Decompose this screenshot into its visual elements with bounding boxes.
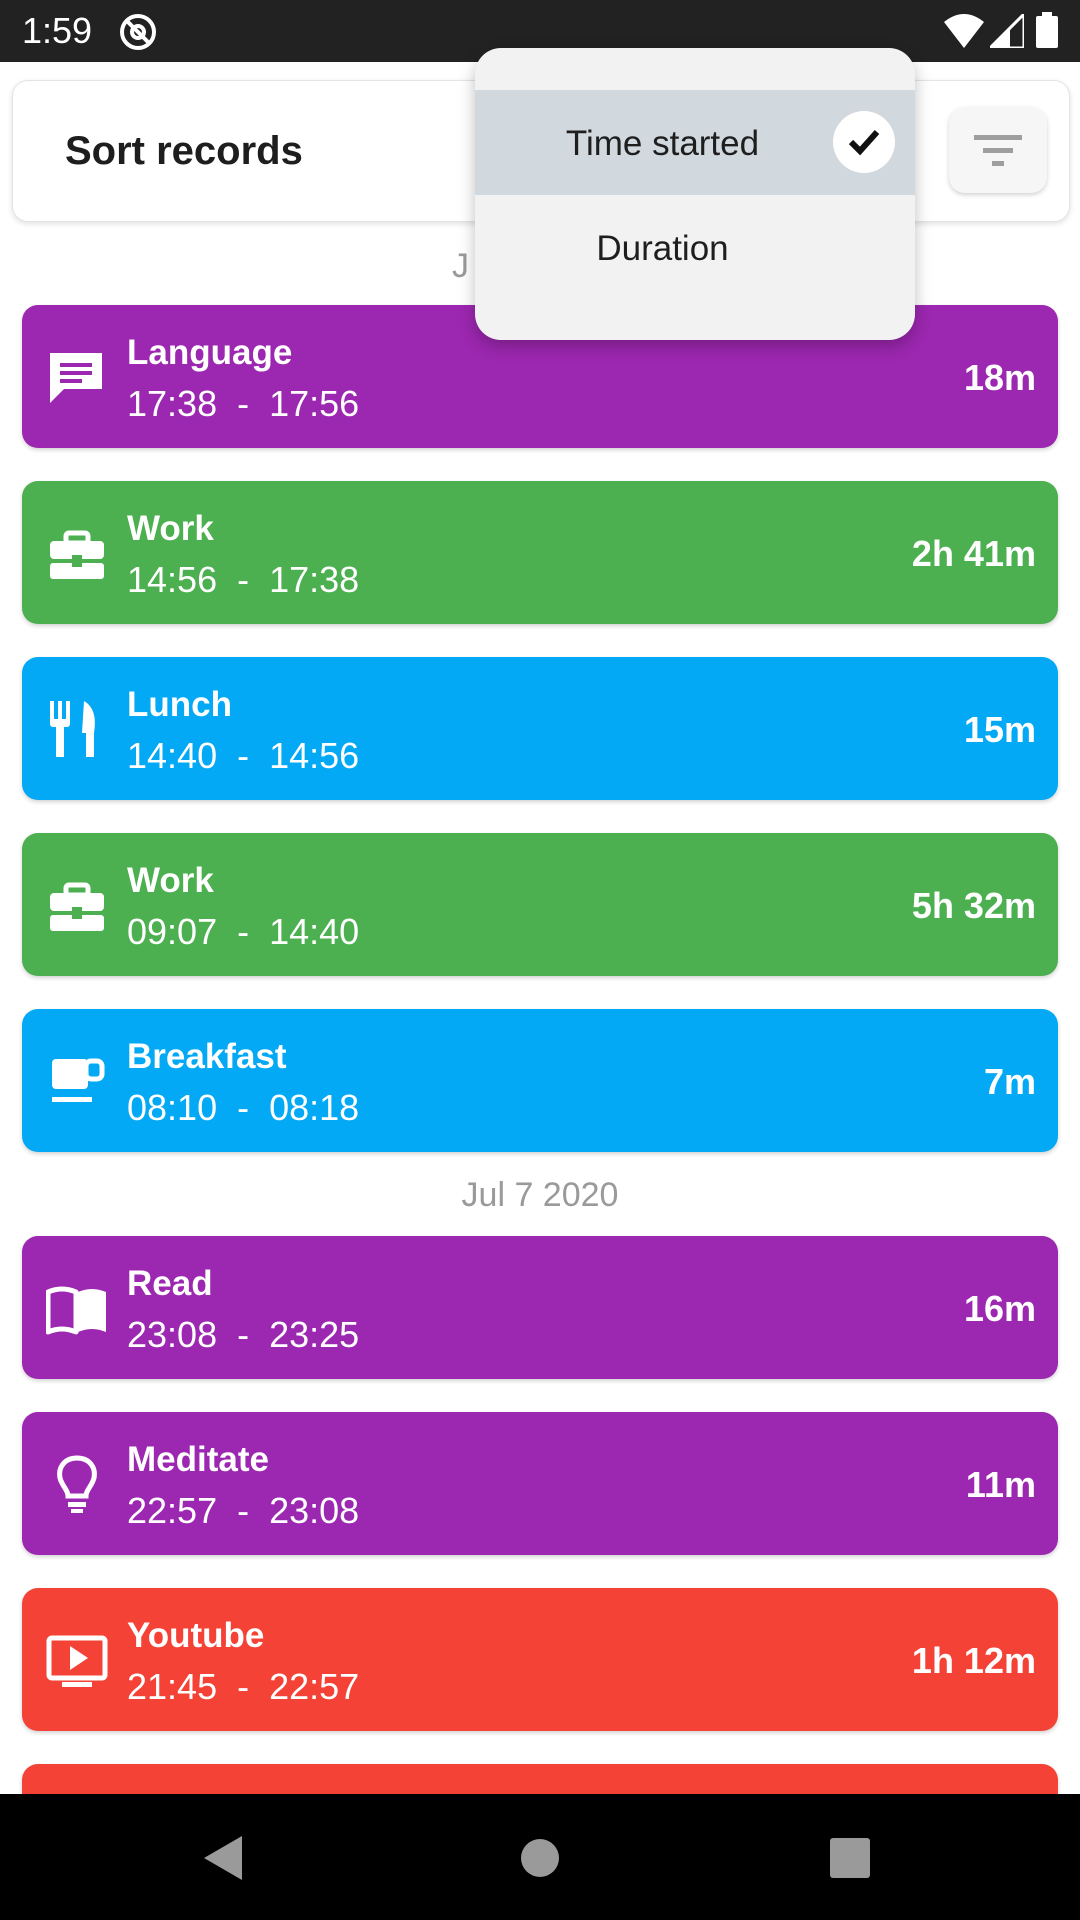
record-time: 23:08 - 23:25 <box>127 1314 360 1355</box>
selected-check <box>833 111 895 173</box>
record-time: 08:10 - 08:18 <box>127 1087 360 1128</box>
video-player-icon <box>46 1635 108 1687</box>
record-title: Lunch <box>127 685 232 724</box>
status-time: 1:59 <box>22 10 93 51</box>
record-time: 22:57 - 23:08 <box>127 1490 360 1531</box>
sort-menu: Time started Duration <box>475 48 915 340</box>
navigation-bar <box>0 1794 1080 1920</box>
chat-icon <box>50 353 102 403</box>
record-title: Youtube <box>127 1616 265 1655</box>
filter-icon <box>974 135 1022 166</box>
briefcase-icon <box>50 882 104 931</box>
sort-option-label: Time started <box>565 124 760 163</box>
record-title: Language <box>127 333 293 372</box>
record-card[interactable]: Work 14:56 - 17:38 2h 41m <box>22 481 1058 624</box>
briefcase-icon <box>50 530 104 579</box>
record-title: Work <box>127 861 214 900</box>
record-duration: 18m <box>963 357 1036 398</box>
record-duration: 2h 41m <box>911 533 1036 574</box>
record-duration: 1h 12m <box>911 1640 1036 1681</box>
recents-icon[interactable] <box>830 1838 870 1878</box>
record-duration: 16m <box>963 1288 1036 1329</box>
record-duration: 15m <box>963 709 1036 750</box>
signal-icon <box>990 14 1024 48</box>
record-title: Meditate <box>127 1440 269 1479</box>
record-title: Read <box>127 1264 213 1303</box>
lightbulb-icon <box>57 1455 97 1513</box>
sort-option-label: Duration <box>596 229 729 268</box>
record-time: 17:38 - 17:56 <box>127 383 360 424</box>
record-duration: 7m <box>983 1061 1036 1102</box>
record-duration: 5h 32m <box>911 885 1036 926</box>
record-time: 14:56 - 17:38 <box>127 559 360 600</box>
record-title: Breakfast <box>127 1037 287 1076</box>
record-time: 09:07 - 14:40 <box>127 911 360 952</box>
wifi-icon <box>944 14 984 48</box>
record-time: 21:45 - 22:57 <box>127 1666 360 1707</box>
book-icon <box>46 1286 106 1335</box>
back-icon[interactable] <box>204 1836 244 1880</box>
record-card[interactable]: Breakfast 08:10 - 08:18 7m <box>22 1009 1058 1152</box>
home-icon[interactable] <box>520 1838 560 1878</box>
record-card[interactable]: Youtube 21:45 - 22:57 1h 12m <box>22 1588 1058 1731</box>
sort-option-time-started[interactable]: Time started <box>475 90 915 195</box>
record-time: 14:40 - 14:56 <box>127 735 360 776</box>
battery-icon <box>1036 12 1058 48</box>
filter-button[interactable] <box>949 107 1047 193</box>
record-card[interactable]: Lunch 14:40 - 14:56 15m <box>22 657 1058 800</box>
coffee-cup-icon <box>52 1058 105 1102</box>
record-card[interactable]: Read 23:08 - 23:25 16m <box>22 1236 1058 1379</box>
utensils-icon <box>50 701 95 757</box>
record-card[interactable]: Work 09:07 - 14:40 5h 32m <box>22 833 1058 976</box>
page-title: Sort records <box>65 129 303 173</box>
record-title: Work <box>127 509 214 548</box>
record-card[interactable]: Meditate 22:57 - 23:08 11m <box>22 1412 1058 1555</box>
at-sign-icon <box>120 14 156 50</box>
sort-option-duration[interactable]: Duration <box>475 195 915 300</box>
date-header: Jul 7 2020 <box>461 1176 619 1214</box>
checkmark-icon <box>848 129 880 156</box>
record-duration: 11m <box>965 1464 1036 1505</box>
